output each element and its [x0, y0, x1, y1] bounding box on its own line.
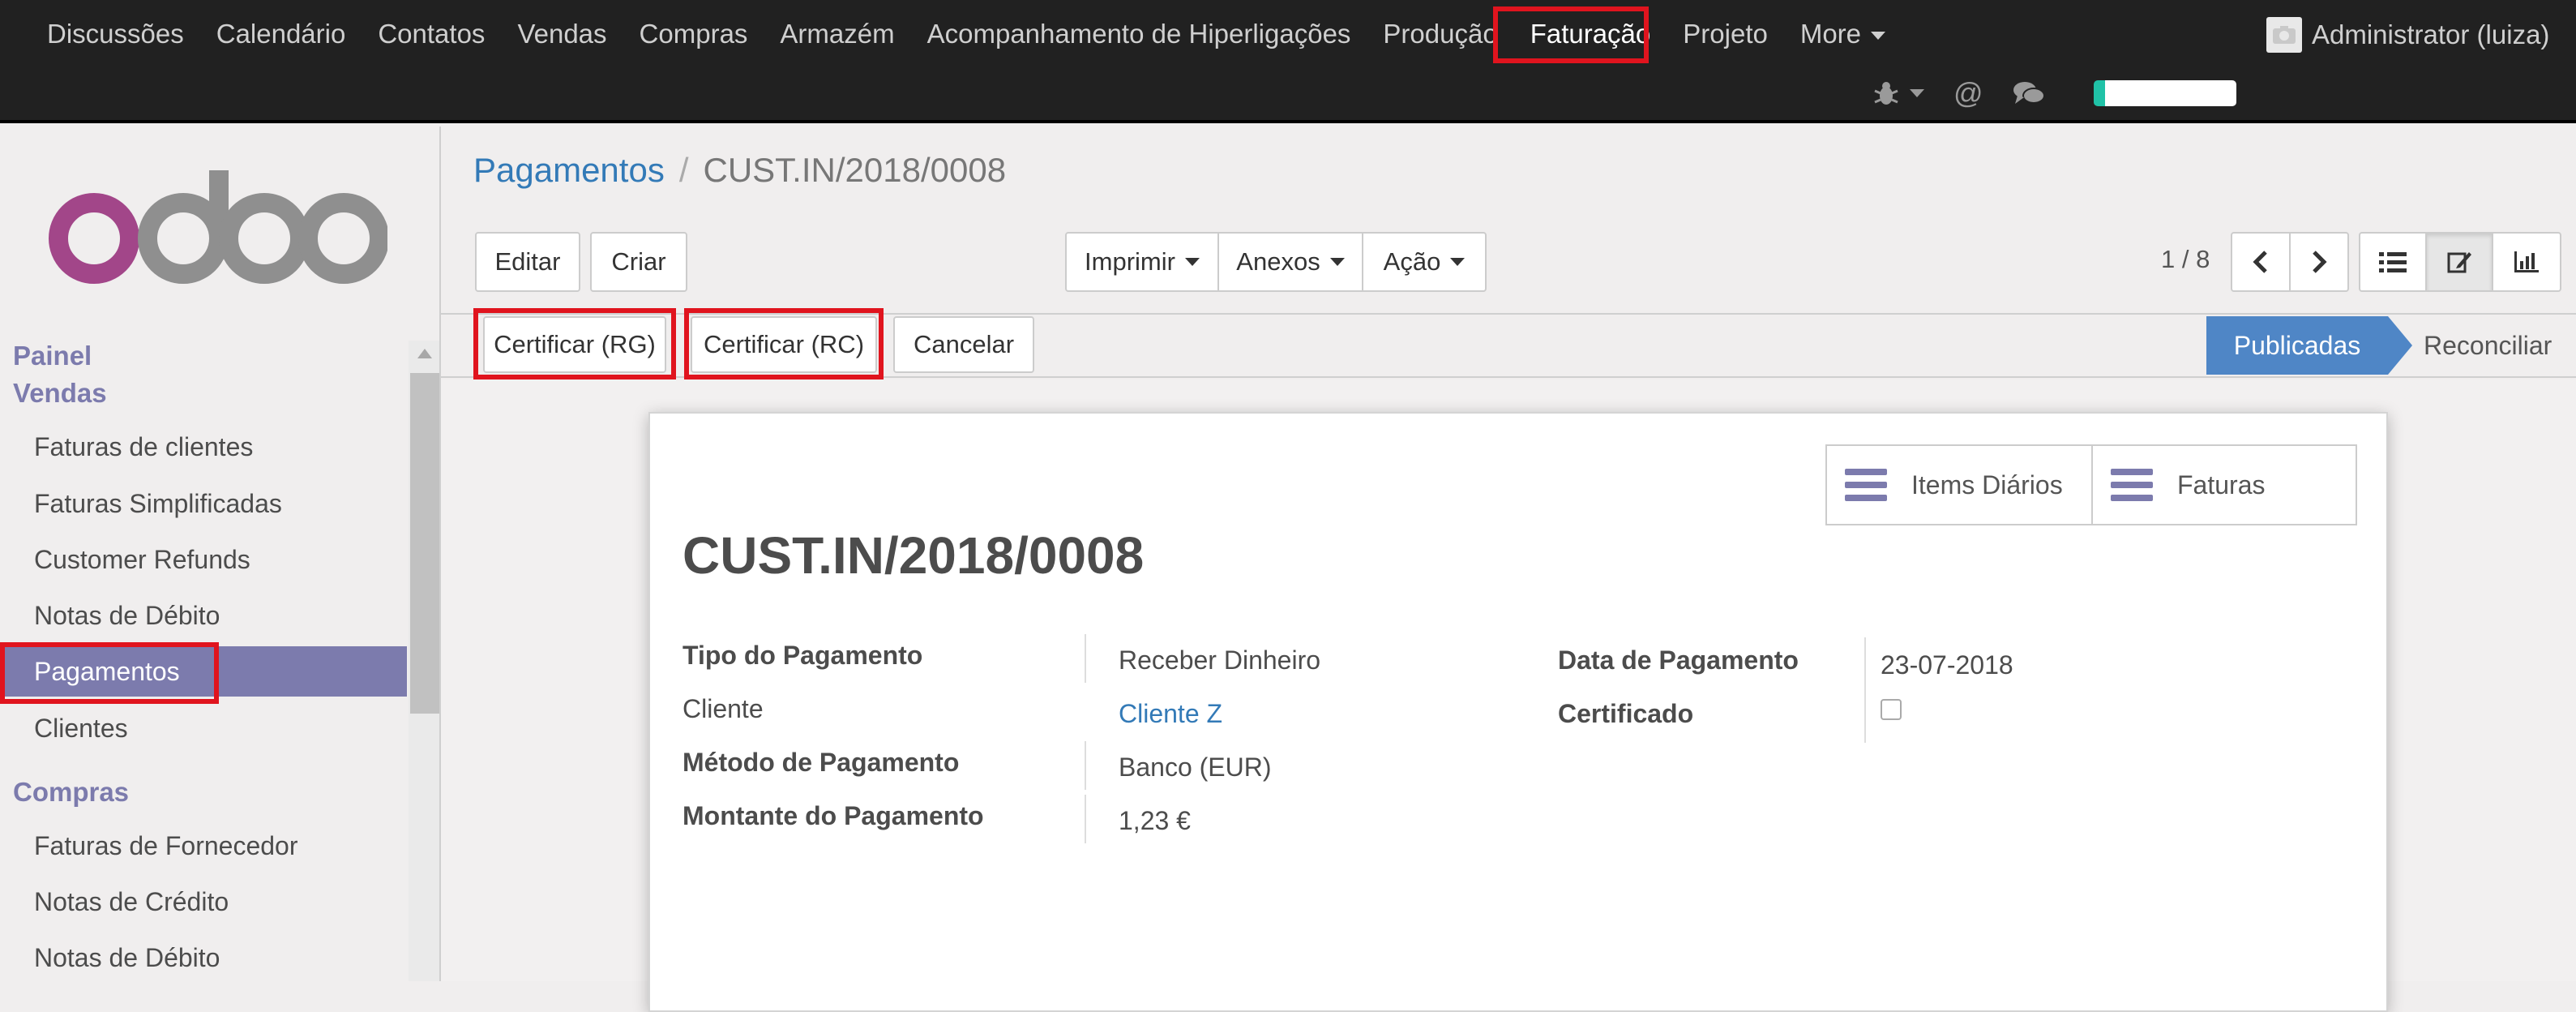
sidebar-item-notas-debito-compras[interactable]: Notas de Débito — [0, 933, 407, 981]
edit-button[interactable]: Editar — [475, 232, 580, 292]
invoices-button[interactable]: Faturas — [2091, 446, 2356, 524]
label-payment-date: Data de Pagamento — [1558, 645, 1799, 675]
form-sheet: Items Diários Faturas CUST.IN/2018/0008 … — [648, 412, 2388, 1012]
form-view-button[interactable] — [2425, 232, 2493, 292]
record-title: CUST.IN/2018/0008 — [683, 526, 1145, 585]
chevron-down-icon — [1184, 258, 1200, 266]
value-payment-method: Banco (EUR) — [1119, 753, 1272, 782]
menu-faturacao[interactable]: Faturação — [1514, 0, 1667, 68]
field-divider — [1864, 637, 1866, 743]
stage-arrow — [2388, 316, 2412, 375]
menu-vendas[interactable]: Vendas — [501, 0, 623, 68]
attachments-dropdown[interactable]: Anexos — [1217, 232, 1363, 292]
edit-icon — [2447, 252, 2471, 273]
menu-calendario[interactable]: Calendário — [200, 0, 362, 68]
value-payment-type: Receber Dinheiro — [1119, 645, 1321, 675]
sidebar-item-pagamentos[interactable]: Pagamentos — [0, 646, 407, 697]
at-icon[interactable]: @ — [1953, 76, 1983, 110]
menu-hiperligacoes[interactable]: Acompanhamento de Hiperligações — [911, 0, 1367, 68]
list-icon — [2379, 252, 2407, 272]
sidebar-item-notas-credito[interactable]: Notas de Crédito — [0, 877, 407, 927]
menu-armazem[interactable]: Armazém — [764, 0, 910, 68]
sidebar-item-notas-debito[interactable]: Notas de Débito — [0, 590, 407, 641]
chevron-down-icon — [1450, 258, 1466, 266]
journal-items-button[interactable]: Items Diários — [1827, 446, 2091, 524]
create-button[interactable]: Criar — [590, 232, 687, 292]
journal-items-label: Items Diários — [1911, 470, 2063, 500]
chat-icon[interactable] — [2013, 79, 2045, 107]
sidebar-item-clientes[interactable]: Clientes — [0, 703, 407, 753]
menu-more[interactable]: More — [1784, 0, 1902, 68]
pager-previous-button[interactable] — [2231, 232, 2291, 292]
value-payment-amount: 1,23 € — [1119, 806, 1191, 835]
breadcrumb-separator: / — [678, 151, 689, 189]
top-navbar: Discussões Calendário Contatos Vendas Co… — [0, 0, 2576, 123]
certified-checkbox[interactable] — [1881, 699, 1902, 720]
scroll-up-icon[interactable] — [417, 349, 432, 358]
app-menu: Discussões Calendário Contatos Vendas Co… — [31, 0, 1902, 68]
avatar — [2266, 17, 2302, 53]
smart-button-box: Items Diários Faturas — [1825, 444, 2357, 525]
attachments-label: Anexos — [1236, 247, 1320, 276]
more-label: More — [1799, 19, 1862, 49]
menu-compras[interactable]: Compras — [623, 0, 764, 68]
breadcrumb: Pagamentos / CUST.IN/2018/0008 — [473, 151, 1006, 190]
breadcrumb-current: CUST.IN/2018/0008 — [703, 151, 1007, 189]
chevron-left-icon — [2253, 251, 2267, 273]
stage-reconciliar[interactable]: Reconciliar — [2424, 316, 2552, 375]
invoices-label: Faturas — [2177, 470, 2266, 500]
section-compras: Compras — [13, 777, 130, 807]
pager-value[interactable]: 1 / 8 — [2161, 243, 2210, 276]
sidebar: Painel Vendas Faturas de clientes Fatura… — [0, 126, 441, 981]
print-label: Imprimir — [1085, 247, 1175, 276]
bar-chart-icon — [2514, 251, 2539, 272]
certify-rg-button[interactable]: Certificar (RG) — [483, 316, 666, 373]
label-payment-type: Tipo do Pagamento — [683, 641, 923, 670]
menu-producao[interactable]: Produção — [1367, 0, 1513, 68]
field-divider — [1085, 634, 1086, 683]
field-divider — [1085, 795, 1086, 843]
action-label: Ação — [1383, 247, 1441, 276]
cancel-button[interactable]: Cancelar — [893, 316, 1034, 373]
action-dropdown[interactable]: Ação — [1362, 232, 1487, 292]
menu-projeto[interactable]: Projeto — [1667, 0, 1784, 68]
label-payment-amount: Montante do Pagamento — [683, 801, 984, 830]
sidebar-item-faturas-simplificadas[interactable]: Faturas Simplificadas — [0, 478, 407, 529]
chevron-down-icon — [1910, 89, 1924, 97]
value-payment-date: 23-07-2018 — [1881, 650, 2013, 680]
chevron-down-icon — [1871, 32, 1886, 41]
debug-menu[interactable] — [1872, 79, 1924, 107]
label-customer: Cliente — [683, 694, 764, 723]
systray: @ — [1872, 73, 2236, 114]
stage-publicadas[interactable]: Publicadas — [2206, 316, 2388, 375]
field-divider — [1085, 741, 1086, 790]
bars-icon — [2111, 469, 2153, 501]
value-customer[interactable]: Cliente Z — [1119, 699, 1222, 729]
section-vendas: Vendas — [13, 378, 107, 408]
certify-rc-button[interactable]: Certificar (RC) — [691, 316, 877, 373]
label-certified: Certificado — [1558, 699, 1694, 728]
label-payment-method: Método de Pagamento — [683, 748, 960, 777]
sidebar-item-customer-refunds[interactable]: Customer Refunds — [0, 534, 407, 585]
section-painel[interactable]: Painel — [13, 341, 92, 371]
pager-next-button[interactable] — [2289, 232, 2349, 292]
chevron-down-icon — [1329, 258, 1345, 266]
sidebar-item-faturas-clientes[interactable]: Faturas de clientes — [0, 422, 407, 472]
scrollbar-thumb[interactable] — [410, 373, 439, 714]
list-view-button[interactable] — [2359, 232, 2427, 292]
sidebar-item-faturas-fornecedor[interactable]: Faturas de Fornecedor — [0, 821, 407, 871]
sidebar-scrollbar[interactable] — [409, 341, 439, 981]
print-dropdown[interactable]: Imprimir — [1065, 232, 1219, 292]
graph-view-button[interactable] — [2492, 232, 2561, 292]
menu-discussoes[interactable]: Discussões — [31, 0, 200, 68]
bars-icon — [1845, 469, 1887, 501]
menu-contatos[interactable]: Contatos — [362, 0, 501, 68]
user-name: Administrator (luiza) — [2312, 19, 2550, 49]
bug-icon — [1874, 82, 1898, 105]
odoo-logo — [47, 165, 389, 291]
progress-bar — [2093, 80, 2236, 106]
chevron-right-icon — [2313, 251, 2327, 273]
user-menu[interactable]: Administrator (luiza) — [2266, 15, 2549, 55]
breadcrumb-pagamentos[interactable]: Pagamentos — [473, 151, 665, 189]
